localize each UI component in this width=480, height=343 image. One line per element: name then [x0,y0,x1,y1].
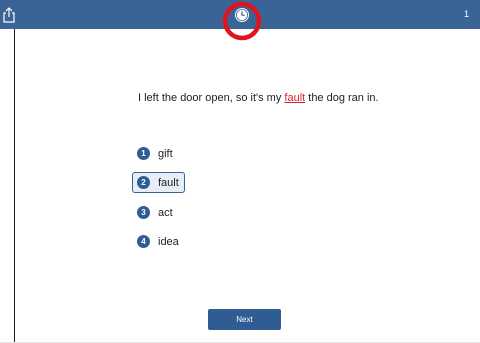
next-button[interactable]: Next [208,309,281,330]
choice-label: gift [158,147,173,160]
choice-4[interactable]: 4 idea [132,231,185,252]
choice-number-badge: 2 [137,176,150,189]
choice-number-badge: 4 [137,235,150,248]
question-sentence: I left the door open, so it's my fault t… [138,92,379,104]
choice-1[interactable]: 1 gift [132,143,185,164]
share-icon[interactable] [2,7,16,23]
choice-number-badge: 3 [137,206,150,219]
page-number: 1 [463,9,469,19]
answer-word: fault [284,92,306,104]
sentence-start: I left the door open, so it's my [138,92,285,104]
choice-3[interactable]: 3 act [132,202,185,223]
left-divider [14,29,15,343]
sentence-end: the dog ran in. [305,92,379,104]
choice-label: idea [158,235,179,248]
choice-label: fault [158,176,179,189]
highlight-circle-annotation [222,1,262,41]
choice-label: act [158,206,173,219]
choice-2-selected[interactable]: 2 fault [132,172,185,193]
choice-number-badge: 1 [137,147,150,160]
